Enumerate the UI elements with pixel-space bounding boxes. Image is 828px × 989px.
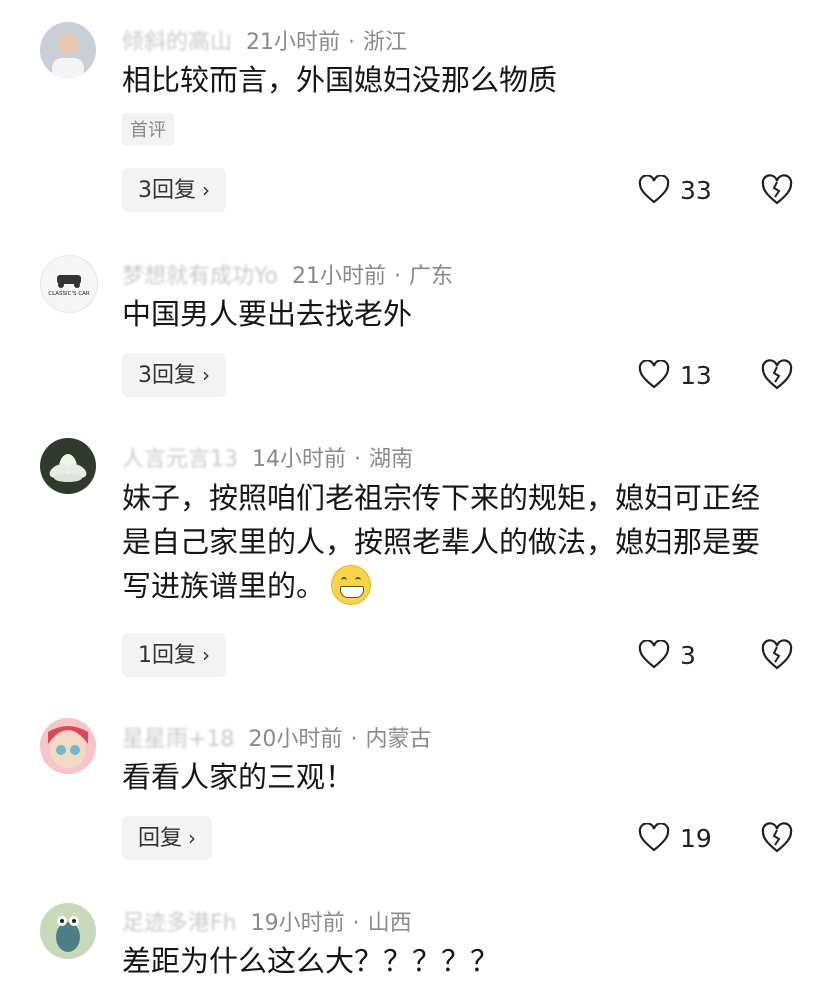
comment-time: 21小时前 [246, 30, 341, 55]
reply-button[interactable]: 1回复 › [122, 633, 226, 677]
comment-text: 中国男人要出去找老外 [122, 297, 413, 331]
dislike-button[interactable] [760, 358, 794, 392]
broken-heart-icon [761, 359, 793, 390]
dislike-button[interactable] [760, 638, 794, 672]
grinning-emoji-icon [331, 565, 372, 605]
like-count: 3 [680, 640, 696, 670]
meta-separator: · [352, 911, 360, 936]
like-count: 19 [680, 823, 712, 853]
chevron-right-icon: › [202, 178, 210, 202]
chevron-right-icon: › [202, 643, 210, 667]
avatar[interactable]: CLASSIC'S CAR [40, 255, 98, 313]
avatar[interactable] [40, 718, 96, 774]
chevron-right-icon: › [202, 363, 210, 387]
chevron-right-icon: › [188, 826, 197, 850]
comment-text-content: 妹子，按照咱们老祖宗传下来的规矩，媳妇可正经是自己家里的人，按照老辈人的做法，媳… [122, 481, 761, 603]
first-comment-tag: 首评 [122, 113, 174, 145]
reply-label: 3回复 [138, 363, 196, 388]
comment-location: 浙江 [363, 30, 408, 55]
username[interactable]: 倾斜的高山 [122, 30, 232, 55]
comment-time: 14小时前 [252, 447, 346, 472]
like-count: 13 [680, 360, 712, 390]
comment-location: 湖南 [369, 447, 414, 472]
meta-separator: · [350, 727, 358, 752]
comment-text: 相比较而言，外国媳妇没那么物质 [122, 63, 558, 97]
comment-time: 19小时前 [250, 911, 345, 936]
comment-time: 20小时前 [248, 727, 343, 752]
comment-text: 看看人家的三观！ [122, 760, 355, 794]
comment-location: 内蒙古 [365, 727, 432, 752]
like-button[interactable]: 33 [638, 168, 712, 212]
comment-text: 差距为什么这么大？？？？？ [122, 944, 500, 978]
dislike-button[interactable] [760, 821, 794, 855]
like-button[interactable]: 19 [638, 816, 712, 860]
comment-meta: 倾斜的高山 21小时前 · 浙江 [122, 24, 407, 56]
comment-meta: 足迹多港Fh 19小时前 · 山西 [122, 905, 412, 937]
avatar[interactable] [40, 22, 96, 78]
comment-location: 广东 [408, 264, 453, 289]
like-button[interactable]: 3 [638, 633, 696, 677]
reply-button[interactable]: 3回复 › [122, 353, 226, 397]
username[interactable]: 星星雨+18 [122, 727, 234, 752]
username[interactable]: 人言元言13 [122, 447, 238, 472]
meta-separator: · [354, 447, 361, 472]
heart-icon [638, 175, 670, 204]
reply-button[interactable]: 3回复 › [122, 168, 226, 212]
reply-label: 回复 [138, 826, 183, 851]
comment-meta: 星星雨+18 20小时前 · 内蒙古 [122, 721, 431, 753]
heart-icon [638, 823, 670, 852]
broken-heart-icon [761, 822, 793, 853]
reply-button[interactable]: 回复 › [122, 816, 213, 860]
heart-icon [638, 640, 670, 669]
reply-label: 1回复 [138, 643, 196, 668]
meta-separator: · [393, 264, 401, 289]
comment-meta: 人言元言13 14小时前 · 湖南 [122, 441, 413, 473]
like-count: 33 [680, 175, 712, 205]
reply-label: 3回复 [138, 178, 196, 203]
dislike-button[interactable] [760, 173, 794, 207]
avatar[interactable] [40, 903, 96, 959]
avatar[interactable] [40, 438, 96, 494]
username[interactable]: 梦想就有成功Yo [122, 264, 278, 289]
meta-separator: · [348, 30, 356, 55]
avatar-logo-text: CLASSIC'S CAR [48, 291, 90, 297]
comment-time: 21小时前 [291, 264, 386, 289]
broken-heart-icon [761, 174, 793, 205]
like-button[interactable]: 13 [638, 353, 712, 397]
broken-heart-icon [761, 639, 793, 670]
heart-icon [638, 360, 670, 389]
username[interactable]: 足迹多港Fh [122, 911, 237, 936]
comment-meta: 梦想就有成功Yo 21小时前 · 广东 [122, 258, 453, 290]
comment-location: 山西 [367, 911, 412, 936]
comment-text: 妹子，按照咱们老祖宗传下来的规矩，媳妇可正经是自己家里的人，按照老辈人的做法，媳… [122, 476, 782, 608]
